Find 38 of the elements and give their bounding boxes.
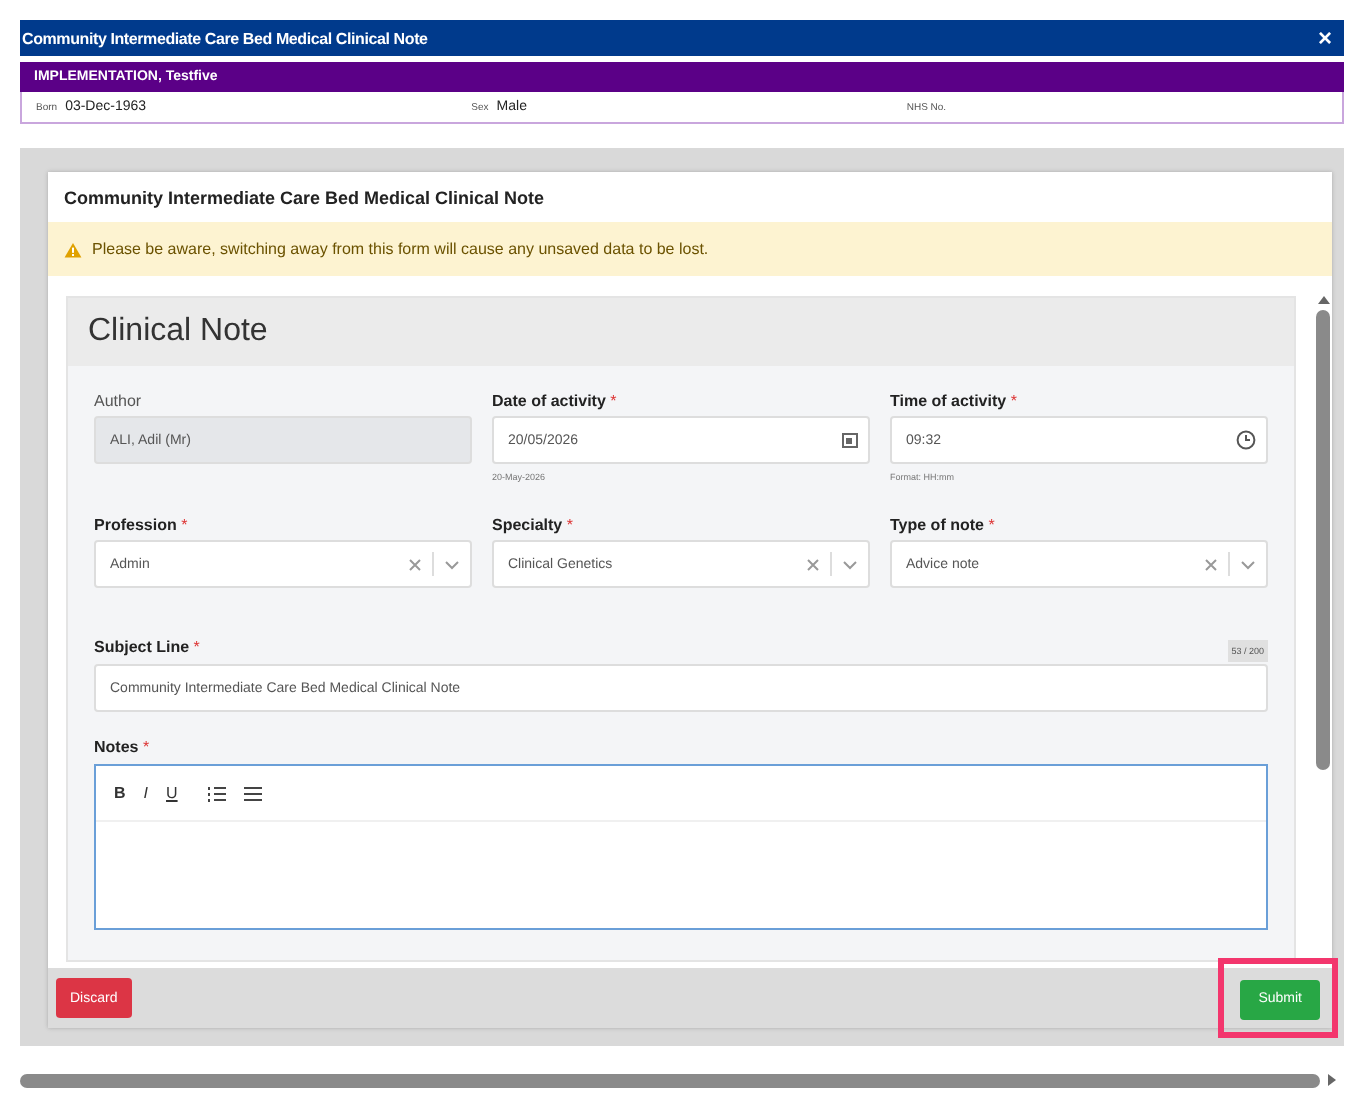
notes-editor[interactable]: B I U [94,764,1269,930]
required-mark: * [1010,392,1017,410]
bullet-list-icon [243,785,262,801]
chevron-down-icon [842,559,858,569]
format-button[interactable]: U [166,783,178,803]
required-mark: * [193,638,200,656]
close-button[interactable]: × [1313,24,1336,52]
scrollbar-thumb[interactable] [1316,310,1331,770]
required-mark: * [181,516,188,534]
warning-text: Please be aware, switching away from this form will cause any unsaved data to be lost. [92,240,709,258]
format-button[interactable]: B [114,783,126,803]
calendar-icon [842,432,858,448]
field-label: Profession * [94,516,190,538]
form-title: Community Intermediate Care Bed Medical Clinical Note [62,186,547,212]
required-mark: * [610,392,617,410]
warning-icon [64,241,82,257]
field-label: Specialty * [492,516,575,538]
field-label: Date of activity * [492,392,619,414]
chevron-down-icon [444,559,460,569]
field-label: Type of note * [890,516,997,538]
required-mark: * [566,516,573,534]
clock-icon [1236,430,1256,450]
required-mark: * [142,738,150,756]
required-mark: * [988,516,995,534]
clear-icon [806,557,820,571]
field-label: Notes * [94,738,152,760]
clear-icon [408,557,422,571]
scroll-up-icon [1317,296,1330,304]
field-label: Time of activity * [890,392,1019,414]
chevron-down-icon [1240,559,1256,569]
field-label: Author [94,392,144,414]
window-title: Community Intermediate Care Bed Medical Clinical Note [22,29,428,47]
card-title: Clinical Note [88,314,268,350]
numbered-list-icon [207,785,226,801]
format-button[interactable]: I [143,783,149,803]
field-label: Subject Line * [94,638,200,660]
scroll-right-icon [1328,1074,1336,1086]
clear-icon [1204,557,1218,571]
